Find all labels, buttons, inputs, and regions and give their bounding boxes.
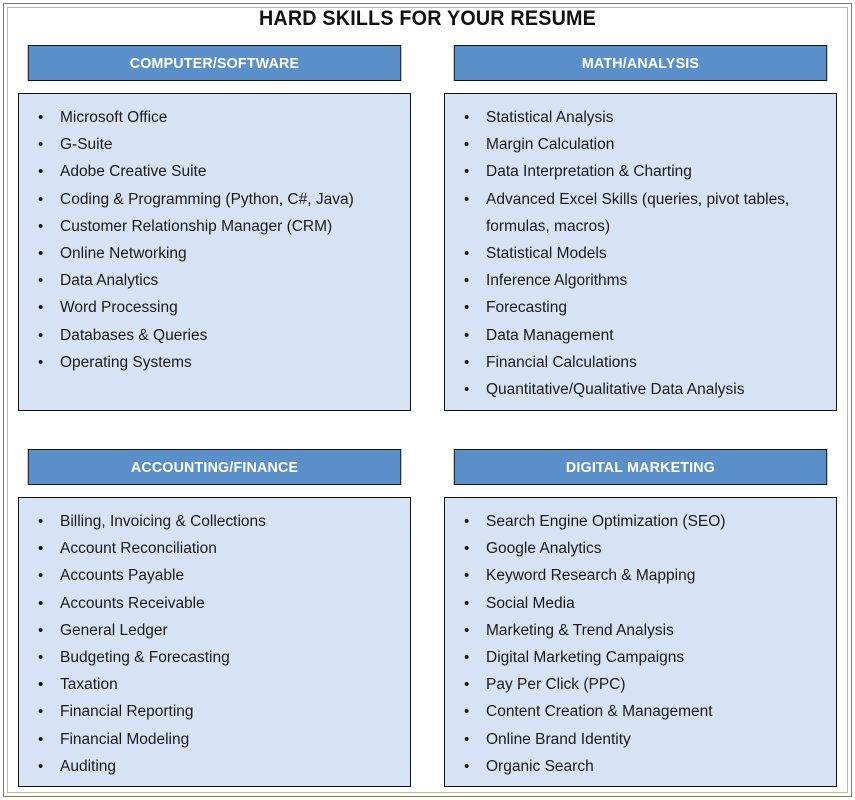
resume-skills-infographic: HARD SKILLS FOR YOUR RESUME COMPUTER/SOF… xyxy=(0,0,855,800)
skill-item: Operating Systems xyxy=(19,349,402,376)
category-body-digital-marketing: Search Engine Optimization (SEO)Google A… xyxy=(444,497,837,787)
skill-item: G-Suite xyxy=(19,131,402,158)
skill-item: Statistical Analysis xyxy=(445,104,828,131)
skill-item: Social Media xyxy=(445,590,828,617)
category-body-computer-software: Microsoft OfficeG-SuiteAdobe Creative Su… xyxy=(18,93,411,411)
category-body-accounting-finance: Billing, Invoicing & CollectionsAccount … xyxy=(18,497,411,787)
skill-item: Billing, Invoicing & Collections xyxy=(19,508,402,535)
skill-item: Account Reconciliation xyxy=(19,535,402,562)
skill-item: Keyword Research & Mapping xyxy=(445,562,828,589)
skill-category-computer-software: COMPUTER/SOFTWARE Microsoft OfficeG-Suit… xyxy=(18,45,411,411)
category-body-math-analysis: Statistical AnalysisMargin CalculationDa… xyxy=(444,93,837,411)
skill-item: Online Brand Identity xyxy=(445,726,828,753)
skill-item: Financial Reporting xyxy=(19,698,402,725)
skill-item: Pay Per Click (PPC) xyxy=(445,671,828,698)
skill-item: Word Processing xyxy=(19,294,402,321)
skill-item: Margin Calculation xyxy=(445,131,828,158)
skill-item: Taxation xyxy=(19,671,402,698)
skill-item: Budgeting & Forecasting xyxy=(19,644,402,671)
skill-category-digital-marketing: DIGITAL MARKETING Search Engine Optimiza… xyxy=(444,449,837,787)
skill-item: Search Engine Optimization (SEO) xyxy=(445,508,828,535)
skill-item: Inference Algorithms xyxy=(445,267,828,294)
category-header-digital-marketing: DIGITAL MARKETING xyxy=(453,449,828,485)
skill-item: Organic Search xyxy=(445,753,828,780)
skill-item: Accounts Payable xyxy=(19,562,402,589)
skill-item: Data Management xyxy=(445,322,828,349)
skill-list-math-analysis: Statistical AnalysisMargin CalculationDa… xyxy=(445,104,828,403)
skill-item: Auditing xyxy=(19,753,402,780)
skill-item: Advanced Excel Skills (queries, pivot ta… xyxy=(445,186,828,240)
skill-item: Databases & Queries xyxy=(19,322,402,349)
skill-category-accounting-finance: ACCOUNTING/FINANCE Billing, Invoicing & … xyxy=(18,449,411,787)
skill-item: Google Analytics xyxy=(445,535,828,562)
skill-item: Statistical Models xyxy=(445,240,828,267)
skill-item: Digital Marketing Campaigns xyxy=(445,644,828,671)
category-header-math-analysis: MATH/ANALYSIS xyxy=(453,45,828,81)
skill-item: General Ledger xyxy=(19,617,402,644)
skill-item: Content Creation & Management xyxy=(445,698,828,725)
skill-item: Financial Modeling xyxy=(19,726,402,753)
skill-category-math-analysis: MATH/ANALYSIS Statistical AnalysisMargin… xyxy=(444,45,837,411)
skill-list-accounting-finance: Billing, Invoicing & CollectionsAccount … xyxy=(19,508,402,780)
skill-item: Accounts Receivable xyxy=(19,590,402,617)
skill-item: Data Interpretation & Charting xyxy=(445,158,828,185)
skill-item: Financial Calculations xyxy=(445,349,828,376)
skill-item: Customer Relationship Manager (CRM) xyxy=(19,213,402,240)
skill-item: Online Networking xyxy=(19,240,402,267)
skill-item: Adobe Creative Suite xyxy=(19,158,402,185)
category-header-computer-software: COMPUTER/SOFTWARE xyxy=(27,45,402,81)
skill-list-computer-software: Microsoft OfficeG-SuiteAdobe Creative Su… xyxy=(19,104,402,376)
category-header-accounting-finance: ACCOUNTING/FINANCE xyxy=(27,449,402,485)
skill-item: Marketing & Trend Analysis xyxy=(445,617,828,644)
skills-grid: COMPUTER/SOFTWARE Microsoft OfficeG-Suit… xyxy=(18,45,837,787)
skill-item: Data Analytics xyxy=(19,267,402,294)
skill-list-digital-marketing: Search Engine Optimization (SEO)Google A… xyxy=(445,508,828,780)
skill-item: Coding & Programming (Python, C#, Java) xyxy=(19,186,402,213)
skill-item: Quantitative/Qualitative Data Analysis xyxy=(445,376,828,403)
page-title: HARD SKILLS FOR YOUR RESUME xyxy=(258,7,597,30)
skill-item: Forecasting xyxy=(445,294,828,321)
skill-item: Microsoft Office xyxy=(19,104,402,131)
